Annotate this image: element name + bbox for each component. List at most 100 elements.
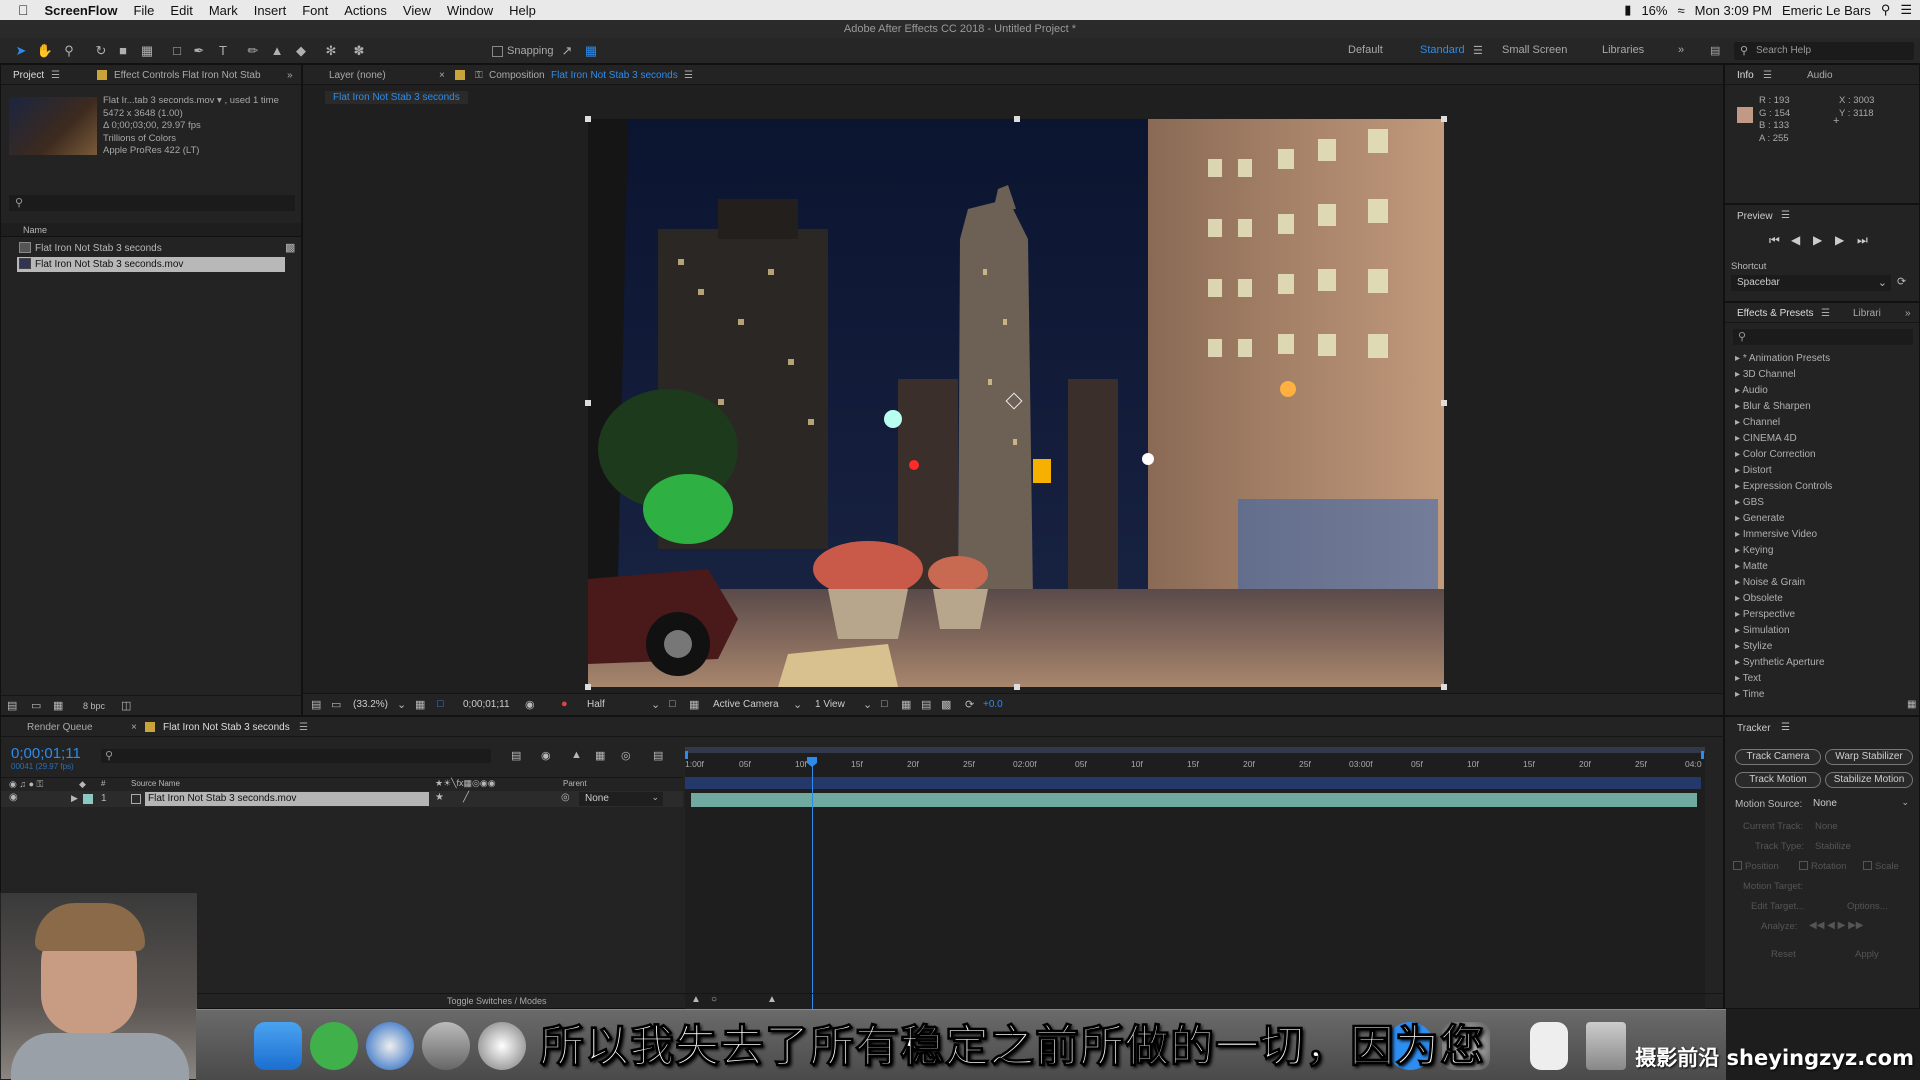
play-icon[interactable]: ▶ <box>1813 233 1822 247</box>
zoom-dropdown-icon[interactable]: ⌄ <box>397 698 406 711</box>
previous-frame-icon[interactable]: ◀ <box>1791 233 1800 247</box>
clock[interactable]: Mon 3:09 PM <box>1695 3 1772 18</box>
tracker-menu-icon[interactable]: ☰ <box>1781 722 1790 733</box>
puppet-tool-icon[interactable]: ✽ <box>350 42 368 60</box>
transform-handle[interactable] <box>1441 116 1447 122</box>
effect-category[interactable]: ▸ Obsolete <box>1735 593 1783 604</box>
parent-select[interactable]: None ⌄ <box>579 792 663 806</box>
menu-file[interactable]: File <box>125 3 162 18</box>
menu-help[interactable]: Help <box>501 3 544 18</box>
effect-category[interactable]: ▸ Keying <box>1735 545 1773 556</box>
edit-target-button[interactable]: Edit Target... <box>1751 901 1804 912</box>
collapse-switch-icon[interactable]: ★ <box>435 792 444 803</box>
tab-info[interactable]: Info <box>1737 70 1754 81</box>
parent-header[interactable]: Parent <box>563 779 587 788</box>
draft-3d-icon[interactable]: ◉ <box>541 749 551 762</box>
tab-layer[interactable]: Layer (none) <box>329 70 386 81</box>
project-item-selected[interactable]: Flat Iron Not Stab 3 seconds.mov <box>17 257 285 272</box>
channel-icon[interactable]: ● <box>561 698 568 710</box>
source-name-header[interactable]: Source Name <box>131 779 180 788</box>
view-layout-select[interactable]: 1 View <box>815 699 845 710</box>
track-camera-button[interactable]: Track Camera <box>1735 749 1821 765</box>
tab-effect-controls[interactable]: Effect Controls Flat Iron Not Stab <box>114 70 261 81</box>
finder-icon[interactable] <box>254 1022 302 1070</box>
reset-exposure-icon[interactable]: ⟳ <box>965 698 974 711</box>
track-motion-button[interactable]: Track Motion <box>1735 772 1821 788</box>
resolution-dropdown-icon[interactable]: ⌄ <box>651 698 660 711</box>
user-name[interactable]: Emeric Le Bars <box>1782 3 1871 18</box>
effect-category[interactable]: ▸ CINEMA 4D <box>1735 433 1797 444</box>
position-checkbox[interactable] <box>1733 861 1742 870</box>
type-tool-icon[interactable]: T <box>214 42 232 60</box>
workspace-menu-icon[interactable]: ☰ <box>1473 44 1483 57</box>
monitor-icon[interactable]: ▭ <box>331 698 341 711</box>
search-help-box[interactable]: ⚲ Search Help <box>1734 42 1914 60</box>
bit-depth[interactable]: 8 bpc <box>83 701 105 711</box>
work-area-end[interactable] <box>1701 751 1704 759</box>
rotate-tool-icon[interactable]: ↻ <box>92 42 110 60</box>
effect-category[interactable]: ▸ Text <box>1735 673 1761 684</box>
loop-icon[interactable]: ⟳ <box>1897 275 1906 288</box>
quality-switch-icon[interactable]: ╱ <box>463 792 469 803</box>
first-frame-icon[interactable]: ⏮ <box>1769 233 1780 248</box>
shortcut-select[interactable]: Spacebar ⌄ <box>1731 275 1891 291</box>
effects-menu-icon[interactable]: ☰ <box>1821 308 1830 319</box>
effect-category[interactable]: ▸ Audio <box>1735 385 1768 396</box>
menu-mark[interactable]: Mark <box>201 3 246 18</box>
layer-name-field[interactable]: Flat Iron Not Stab 3 seconds.mov <box>145 792 429 806</box>
project-menu-icon[interactable]: ☰ <box>51 70 60 81</box>
launchpad-icon[interactable] <box>422 1022 470 1070</box>
effect-category[interactable]: ▸ Perspective <box>1735 609 1795 620</box>
current-timecode[interactable]: 0;00;01;11 <box>11 745 81 762</box>
hand-tool-icon[interactable]: ✋ <box>36 42 54 60</box>
snapping-icon[interactable]: ↗ <box>558 42 576 60</box>
close-tab-icon[interactable]: × <box>131 722 137 733</box>
battery-icon[interactable]: ▮ <box>1624 2 1631 18</box>
wifi-icon[interactable]: ≈ <box>1677 3 1684 18</box>
expand-arrow-icon[interactable]: ▶ <box>71 793 78 804</box>
panel-overflow-icon[interactable]: » <box>287 70 293 81</box>
mask-visibility-icon[interactable]: □ <box>437 698 444 710</box>
project-item[interactable]: Flat Iron Not Stab 3 seconds ▩ <box>17 241 295 256</box>
eraser-tool-icon[interactable]: ◆ <box>292 42 310 60</box>
camera-dropdown-icon[interactable]: ⌄ <box>793 698 802 711</box>
transform-handle[interactable] <box>1441 400 1447 406</box>
project-search-input[interactable]: ⚲ <box>9 195 295 211</box>
menu-insert[interactable]: Insert <box>246 3 295 18</box>
switches-header-icon[interactable]: ★☀╲fx▦◎◉◉ <box>435 778 496 789</box>
clone-stamp-tool-icon[interactable]: ▲ <box>268 42 286 60</box>
info-menu-icon[interactable]: ☰ <box>1763 70 1772 81</box>
camera-select[interactable]: Active Camera <box>713 699 779 710</box>
tab-audio[interactable]: Audio <box>1807 70 1833 81</box>
cloud-app-icon[interactable] <box>310 1022 358 1070</box>
timeline-search-input[interactable]: ⚲ <box>101 749 491 763</box>
menu-font[interactable]: Font <box>294 3 336 18</box>
effect-category[interactable]: ▸ Generate <box>1735 513 1785 524</box>
roto-brush-tool-icon[interactable]: ✻ <box>322 42 340 60</box>
zoom-level[interactable]: (33.2%) <box>353 699 388 710</box>
comp-breadcrumb[interactable]: Flat Iron Not Stab 3 seconds <box>325 91 468 104</box>
zoom-in-icon[interactable]: ▲ <box>767 994 777 1005</box>
new-composition-icon[interactable]: ▦ <box>53 699 63 712</box>
tab-effects-presets[interactable]: Effects & Presets <box>1737 308 1814 319</box>
rotation-checkbox[interactable] <box>1799 861 1808 870</box>
menu-edit[interactable]: Edit <box>162 3 200 18</box>
transform-handle[interactable] <box>585 116 591 122</box>
comp-mini-flowchart-icon[interactable]: ▤ <box>511 749 521 762</box>
snapping-checkbox[interactable] <box>492 46 503 57</box>
zoom-slider-knob[interactable]: ○ <box>711 994 717 1005</box>
graph-editor-icon[interactable]: ▤ <box>653 749 663 762</box>
menu-actions[interactable]: Actions <box>336 3 395 18</box>
work-area-bar[interactable] <box>685 747 1705 753</box>
layer-color-label[interactable] <box>83 794 93 804</box>
toggle-pixel-aspect-icon[interactable]: □ <box>881 698 888 710</box>
effect-category[interactable]: ▸ Distort <box>1735 465 1772 476</box>
effect-category[interactable]: ▸ Channel <box>1735 417 1780 428</box>
timeline-icon[interactable]: ▤ <box>921 698 931 711</box>
resolution-select[interactable]: Half <box>587 699 605 710</box>
footage-name[interactable]: Flat Ir...tab 3 seconds.mov ▾ , used 1 t… <box>103 95 279 108</box>
stabilize-motion-button[interactable]: Stabilize Motion <box>1825 772 1913 788</box>
av-features-icon[interactable]: ◉ ♫ ● ⚿ <box>9 779 43 790</box>
effect-category[interactable]: ▸ Blur & Sharpen <box>1735 401 1811 412</box>
flowchart-icon[interactable]: ▩ <box>941 698 951 711</box>
